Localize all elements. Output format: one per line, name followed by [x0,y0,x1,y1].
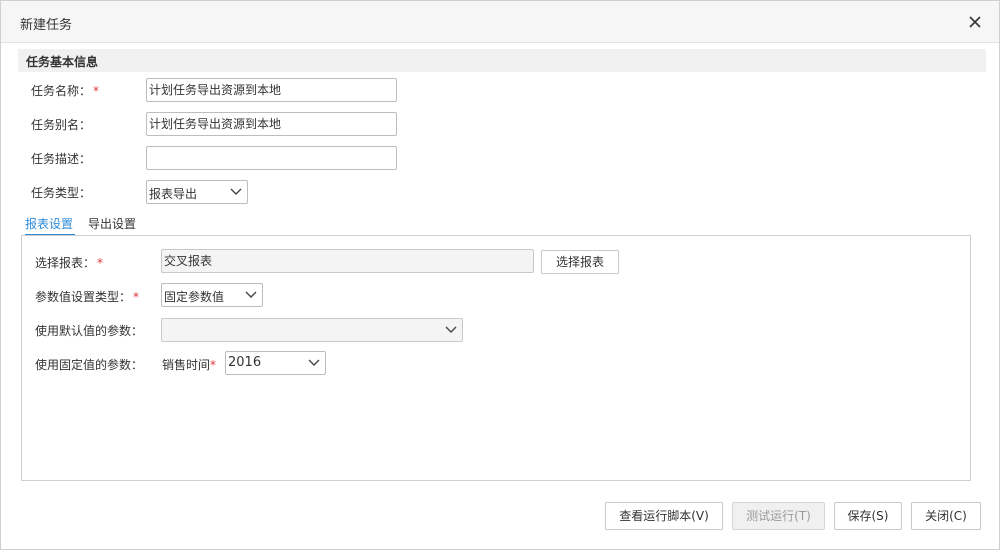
task-name-input[interactable]: 计划任务导出资源到本地 [146,78,397,102]
task-desc-input[interactable] [146,146,397,170]
select-report-label: 选择报表： * [35,254,103,271]
close-button[interactable]: 关闭(C) [911,502,981,530]
test-run-button[interactable]: 测试运行(T) [732,502,825,530]
select-report-button[interactable]: 选择报表 [541,250,619,274]
task-type-value: 报表导出 [149,187,198,201]
task-alias-input[interactable]: 计划任务导出资源到本地 [146,112,397,136]
task-type-label: 任务类型： [31,186,92,200]
new-task-dialog: 新建任务 任务基本信息 任务名称： * 计划任务导出资源到本地 任务别名： 计划任… [0,0,1000,550]
task-type-select[interactable]: 报表导出 [146,180,248,204]
fixed-params-label: 使用固定值的参数： [35,358,144,372]
section-title: 任务基本信息 [26,55,99,69]
param-type-select[interactable]: 固定参数值 [161,283,263,307]
chevron-down-icon [308,359,320,366]
param-type-label-text: 参数值设置类型： [35,290,132,304]
task-desc-label: 任务描述： [31,152,92,166]
task-name-label-text: 任务名称： [31,84,92,98]
required-mark: * [133,290,140,304]
required-mark: * [93,84,100,98]
fixed-param-name: 销售时间* [162,356,216,373]
task-name-label: 任务名称： * [31,82,99,99]
dialog-titlebar: 新建任务 [1,1,999,43]
default-params-select[interactable] [161,318,463,342]
basic-info-header: 任务基本信息 [18,49,986,72]
task-alias-label: 任务别名： [31,118,92,132]
param-type-value: 固定参数值 [164,290,225,304]
tab-report-settings[interactable]: 报表设置 [25,213,75,236]
fixed-param-name-text: 销售时间 [162,358,211,372]
selected-report-field: 交叉报表 [161,249,534,273]
fixed-param-value-select[interactable]: 2016 [225,351,326,375]
tab-export-settings[interactable]: 导出设置 [88,213,144,236]
dialog-title: 新建任务 [20,18,73,33]
required-mark: * [210,358,217,372]
view-script-button[interactable]: 查看运行脚本(V) [605,502,723,530]
chevron-down-icon [230,188,242,195]
close-icon[interactable] [965,12,985,32]
required-mark: * [97,256,104,270]
fixed-param-value: 2016 [228,355,262,370]
param-type-label: 参数值设置类型： * [35,288,139,305]
save-button[interactable]: 保存(S) [834,502,902,530]
select-report-label-text: 选择报表： [35,256,96,270]
chevron-down-icon [445,326,457,333]
chevron-down-icon [245,291,257,298]
default-params-label: 使用默认值的参数： [35,324,144,338]
